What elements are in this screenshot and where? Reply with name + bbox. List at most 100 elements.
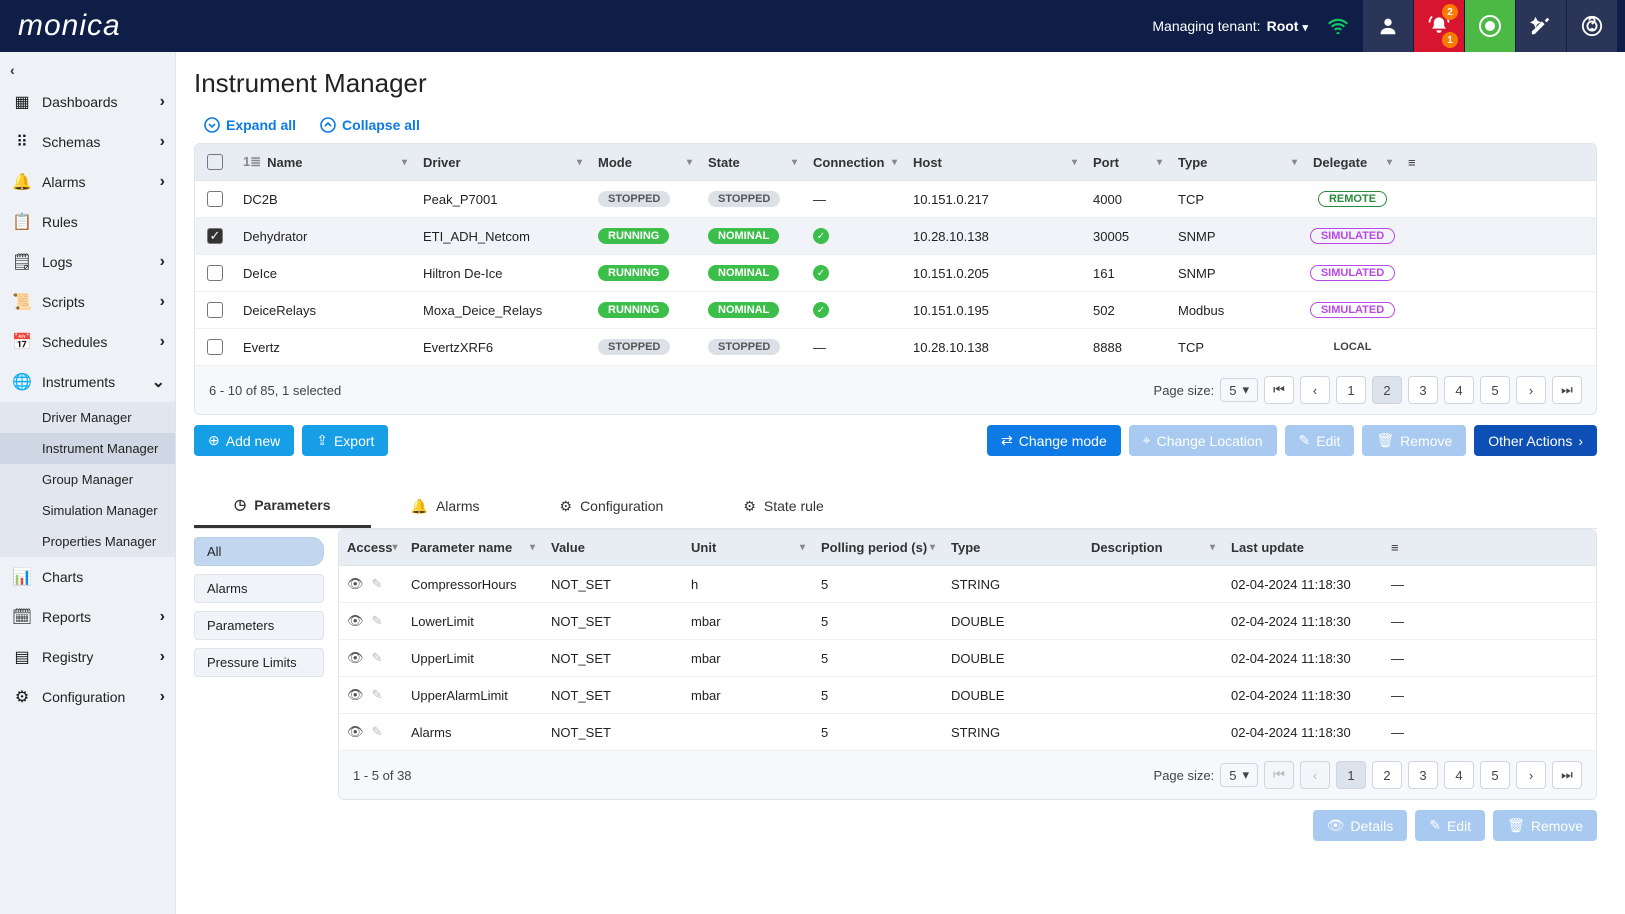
filter-parameters[interactable]: Parameters bbox=[194, 611, 324, 640]
param-page-1[interactable]: 1 bbox=[1336, 761, 1366, 789]
param-last: 02-04-2024 11:18:30 bbox=[1223, 640, 1383, 676]
page-last[interactable]: ⏭ bbox=[1552, 376, 1582, 404]
sidebar-subitem-group-manager[interactable]: Group Manager bbox=[0, 464, 175, 495]
col-header-connection[interactable]: Connection▾ bbox=[805, 144, 905, 180]
param-row[interactable]: 👁✎ CompressorHours NOT_SET h 5 STRING 02… bbox=[339, 566, 1596, 603]
col-header-delegate[interactable]: Delegate▾ bbox=[1305, 144, 1400, 180]
page-4[interactable]: 4 bbox=[1444, 376, 1474, 404]
page-1[interactable]: 1 bbox=[1336, 376, 1366, 404]
param-row[interactable]: 👁✎ Alarms NOT_SET 5 STRING 02-04-2024 11… bbox=[339, 714, 1596, 751]
filter-alarms[interactable]: Alarms bbox=[194, 574, 324, 603]
change-mode-button[interactable]: ⇄Change mode bbox=[987, 425, 1121, 456]
sidebar-item-charts[interactable]: 📊Charts bbox=[0, 557, 175, 597]
page-2[interactable]: 2 bbox=[1372, 376, 1402, 404]
p-col-desc[interactable]: Description▾ bbox=[1083, 530, 1223, 565]
row-checkbox[interactable] bbox=[207, 339, 223, 355]
sidebar-subitem-instrument-manager[interactable]: Instrument Manager bbox=[0, 433, 175, 464]
row-checkbox[interactable] bbox=[207, 302, 223, 318]
tab-state-rule[interactable]: ⚙State rule bbox=[703, 484, 864, 528]
sidebar-item-instruments[interactable]: 🌐Instruments⌄ bbox=[0, 362, 175, 402]
expand-all-button[interactable]: Expand all bbox=[204, 117, 296, 133]
param-page-size-select[interactable]: 5▾ bbox=[1220, 763, 1258, 787]
param-row[interactable]: 👁✎ UpperLimit NOT_SET mbar 5 DOUBLE 02-0… bbox=[339, 640, 1596, 677]
filter-pressure-limits[interactable]: Pressure Limits bbox=[194, 648, 324, 677]
sidebar-item-schedules[interactable]: 📅Schedules› bbox=[0, 322, 175, 362]
tab-parameters[interactable]: ◷Parameters bbox=[194, 484, 371, 528]
collapse-all-button[interactable]: Collapse all bbox=[320, 117, 420, 133]
sidebar-item-registry[interactable]: ▤Registry› bbox=[0, 637, 175, 677]
p-table-menu-icon[interactable]: ≡ bbox=[1383, 530, 1423, 565]
sidebar-subitem-simulation-manager[interactable]: Simulation Manager bbox=[0, 495, 175, 526]
help-button[interactable] bbox=[1567, 0, 1617, 52]
check-icon: ✓ bbox=[813, 228, 829, 244]
p-col-name[interactable]: Parameter name▾ bbox=[403, 530, 543, 565]
col-header-name[interactable]: 1≣Name▾ bbox=[235, 144, 415, 180]
param-page-3[interactable]: 3 bbox=[1408, 761, 1438, 789]
page-next[interactable]: › bbox=[1516, 376, 1546, 404]
tools-button[interactable] bbox=[1516, 0, 1566, 52]
table-menu-icon[interactable]: ≡ bbox=[1400, 144, 1430, 180]
page-prev[interactable]: ‹ bbox=[1300, 376, 1330, 404]
tab-configuration[interactable]: ⚙Configuration bbox=[520, 484, 704, 528]
sidebar-item-scripts[interactable]: 📜Scripts› bbox=[0, 282, 175, 322]
p-col-last[interactable]: Last update bbox=[1223, 530, 1383, 565]
row-checkbox[interactable]: ✓ bbox=[207, 228, 223, 244]
status-button[interactable] bbox=[1465, 0, 1515, 52]
sidebar-item-reports[interactable]: 🗓Reports› bbox=[0, 597, 175, 637]
sidebar-item-configuration[interactable]: ⚙Configuration› bbox=[0, 677, 175, 717]
table-row[interactable]: DC2B Peak_P7001 STOPPED STOPPED — 10.151… bbox=[195, 181, 1596, 218]
sidebar-item-logs[interactable]: 🗒Logs› bbox=[0, 242, 175, 282]
param-row[interactable]: 👁✎ LowerLimit NOT_SET mbar 5 DOUBLE 02-0… bbox=[339, 603, 1596, 640]
col-header-driver[interactable]: Driver▾ bbox=[415, 144, 590, 180]
sidebar-item-alarms[interactable]: 🔔Alarms› bbox=[0, 162, 175, 202]
sidebar-item-label: Dashboards bbox=[42, 94, 118, 110]
alarm-badge-top: 2 bbox=[1442, 4, 1458, 20]
param-page-4[interactable]: 4 bbox=[1444, 761, 1474, 789]
p-col-unit[interactable]: Unit▾ bbox=[683, 530, 813, 565]
user-button[interactable] bbox=[1363, 0, 1413, 52]
sidebar-subitem-properties-manager[interactable]: Properties Manager bbox=[0, 526, 175, 557]
sidebar-item-rules[interactable]: 📋Rules bbox=[0, 202, 175, 242]
p-col-access[interactable]: Access▾ bbox=[339, 530, 403, 565]
eye-icon: 👁 bbox=[347, 724, 364, 740]
cell-port: 502 bbox=[1085, 292, 1170, 328]
sidebar-item-schemas[interactable]: ⠿Schemas› bbox=[0, 122, 175, 162]
other-actions-button[interactable]: Other Actions› bbox=[1474, 425, 1597, 456]
tenant-selector[interactable]: Managing tenant: Root bbox=[1152, 18, 1308, 34]
add-new-button[interactable]: ⊕Add new bbox=[194, 425, 294, 456]
p-col-poll[interactable]: Polling period (s)▾ bbox=[813, 530, 943, 565]
sidebar-subitem-driver-manager[interactable]: Driver Manager bbox=[0, 402, 175, 433]
col-header-type[interactable]: Type▾ bbox=[1170, 144, 1305, 180]
page-size-select[interactable]: 5▾ bbox=[1220, 378, 1258, 402]
table-row[interactable]: DeIce Hiltron De-Ice RUNNING NOMINAL ✓ 1… bbox=[195, 255, 1596, 292]
param-page-prev[interactable]: ‹ bbox=[1300, 761, 1330, 789]
row-checkbox[interactable] bbox=[207, 265, 223, 281]
page-3[interactable]: 3 bbox=[1408, 376, 1438, 404]
col-header-state[interactable]: State▾ bbox=[700, 144, 805, 180]
select-all-checkbox[interactable] bbox=[207, 154, 223, 170]
table-row[interactable]: Evertz EvertzXRF6 STOPPED STOPPED — 10.2… bbox=[195, 329, 1596, 366]
alarm-bell-button[interactable]: 2 1 bbox=[1414, 0, 1464, 52]
col-header-host[interactable]: Host▾ bbox=[905, 144, 1085, 180]
param-page-last[interactable]: ⏭ bbox=[1552, 761, 1582, 789]
param-page-2[interactable]: 2 bbox=[1372, 761, 1402, 789]
page-first[interactable]: ⏮ bbox=[1264, 376, 1294, 404]
row-checkbox[interactable] bbox=[207, 191, 223, 207]
p-col-type[interactable]: Type bbox=[943, 530, 1083, 565]
param-page-5[interactable]: 5 bbox=[1480, 761, 1510, 789]
p-col-value[interactable]: Value bbox=[543, 530, 683, 565]
param-row[interactable]: 👁✎ UpperAlarmLimit NOT_SET mbar 5 DOUBLE… bbox=[339, 677, 1596, 714]
filter-all[interactable]: All bbox=[194, 537, 324, 566]
table-row[interactable]: DeiceRelays Moxa_Deice_Relays RUNNING NO… bbox=[195, 292, 1596, 329]
col-header-mode[interactable]: Mode▾ bbox=[590, 144, 700, 180]
table-row[interactable]: ✓ Dehydrator ETI_ADH_Netcom RUNNING NOMI… bbox=[195, 218, 1596, 255]
cell-host: 10.151.0.217 bbox=[905, 181, 1085, 217]
export-button[interactable]: ⇪Export bbox=[302, 425, 388, 456]
sidebar-item-dashboards[interactable]: ▦Dashboards› bbox=[0, 82, 175, 122]
param-page-first[interactable]: ⏮ bbox=[1264, 761, 1294, 789]
page-5[interactable]: 5 bbox=[1480, 376, 1510, 404]
sidebar-collapse-button[interactable]: ‹ bbox=[0, 58, 175, 82]
col-header-port[interactable]: Port▾ bbox=[1085, 144, 1170, 180]
param-page-next[interactable]: › bbox=[1516, 761, 1546, 789]
tab-alarms[interactable]: 🔔Alarms bbox=[371, 484, 520, 528]
